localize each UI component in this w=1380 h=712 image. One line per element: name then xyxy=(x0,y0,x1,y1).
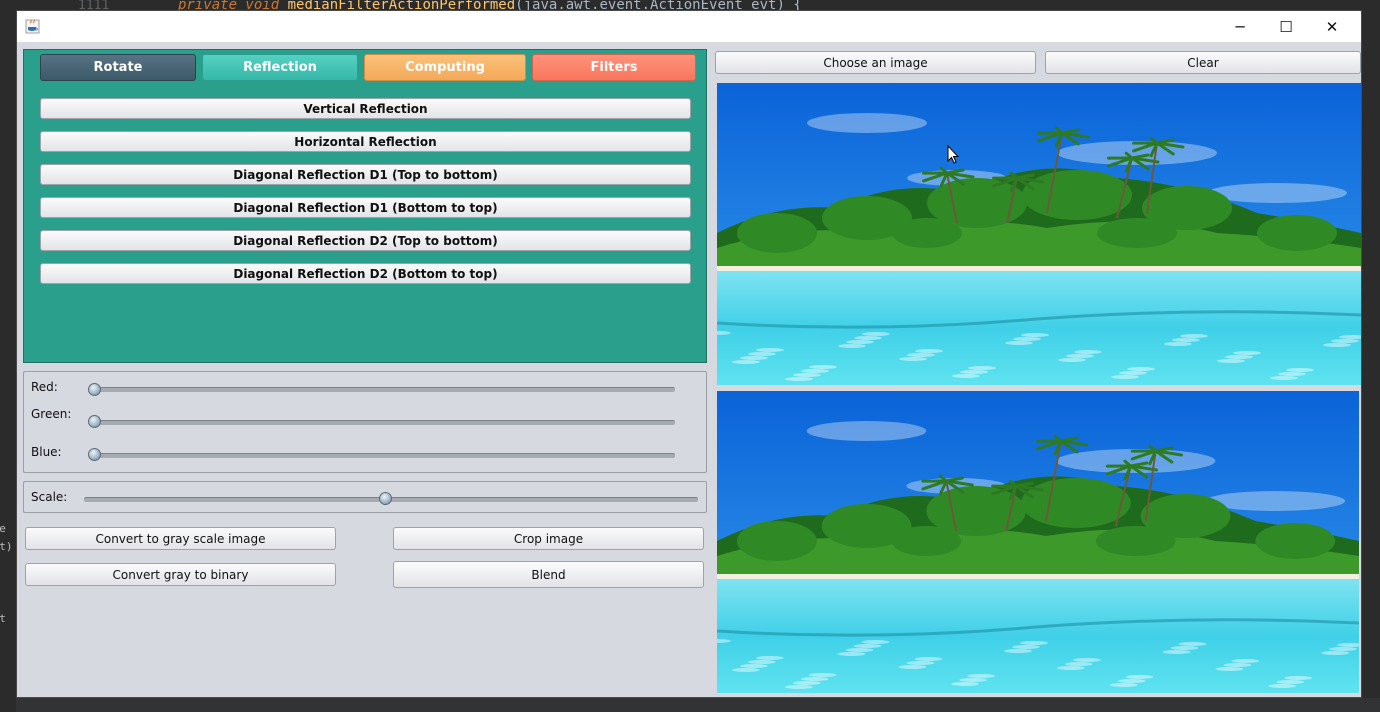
mouse-cursor-icon xyxy=(947,145,959,164)
blend-button[interactable]: Blend xyxy=(393,561,704,588)
ide-left-fragment: t) xyxy=(0,574,16,592)
ide-left-fragments: t e evt) t) ent) )) xyxy=(0,520,16,712)
ide-left-fragment: evt) xyxy=(0,540,13,553)
result-image-view[interactable] xyxy=(717,391,1359,693)
tab-reflection[interactable]: Reflection xyxy=(202,54,358,81)
diagonal-d2-top-to-bottom-button[interactable]: Diagonal Reflection D2 (Top to bottom) xyxy=(40,230,691,251)
original-image-view[interactable] xyxy=(717,83,1361,385)
minimize-icon: ─ xyxy=(1235,17,1245,36)
scale-label: Scale: xyxy=(31,490,68,504)
blue-slider-track[interactable] xyxy=(90,453,675,458)
convert-gray-scale-button[interactable]: Convert to gray scale image xyxy=(25,527,336,550)
diagonal-d1-top-to-bottom-button[interactable]: Diagonal Reflection D1 (Top to bottom) xyxy=(40,164,691,185)
ide-left-fragment xyxy=(0,556,16,574)
red-slider-thumb[interactable] xyxy=(88,383,101,396)
app-window: ─ ☐ ✕ Rotate Reflection Computing Filter… xyxy=(16,10,1362,698)
close-icon: ✕ xyxy=(1325,17,1339,36)
green-slider-track[interactable] xyxy=(90,420,675,425)
scale-slider-panel: Scale: xyxy=(23,481,707,513)
diagonal-d2-bottom-to-top-button[interactable]: Diagonal Reflection D2 (Bottom to top) xyxy=(40,263,691,284)
tab-rotate[interactable]: Rotate xyxy=(40,54,196,81)
ide-left-fragment: t e xyxy=(0,522,6,535)
maximize-icon: ☐ xyxy=(1279,17,1293,36)
java-app-icon xyxy=(25,19,40,34)
red-label: Red: xyxy=(31,380,58,394)
clear-button[interactable]: Clear xyxy=(1045,51,1361,74)
tab-panel: Rotate Reflection Computing Filters Vert… xyxy=(23,49,707,363)
close-button[interactable]: ✕ xyxy=(1309,11,1355,42)
scale-slider-thumb[interactable] xyxy=(378,492,392,505)
diagonal-d1-bottom-to-top-button[interactable]: Diagonal Reflection D1 (Bottom to top) xyxy=(40,197,691,218)
blue-label: Blue: xyxy=(31,445,62,459)
green-label: Green: xyxy=(31,407,72,421)
convert-gray-to-binary-button[interactable]: Convert gray to binary xyxy=(25,563,336,586)
ide-left-fragment: ) xyxy=(0,628,16,646)
crop-image-button[interactable]: Crop image xyxy=(393,527,704,550)
tab-computing[interactable]: Computing xyxy=(364,54,526,81)
maximize-button[interactable]: ☐ xyxy=(1263,11,1309,42)
ide-left-fragment xyxy=(0,592,16,610)
green-slider-thumb[interactable] xyxy=(88,415,101,428)
red-slider-track[interactable] xyxy=(90,387,675,392)
tab-filters[interactable]: Filters xyxy=(532,54,696,81)
tropical-island-image xyxy=(717,83,1361,385)
ide-left-fragment: ) xyxy=(0,664,16,682)
ide-left-fragment: ) xyxy=(0,682,16,700)
blue-slider-thumb[interactable] xyxy=(88,448,101,461)
title-bar[interactable]: ─ ☐ ✕ xyxy=(17,11,1361,42)
minimize-button[interactable]: ─ xyxy=(1217,11,1263,42)
rgb-slider-panel: Red: Green: Blue: xyxy=(23,371,707,473)
choose-image-button[interactable]: Choose an image xyxy=(715,51,1036,74)
tropical-island-image xyxy=(717,391,1359,693)
horizontal-reflection-button[interactable]: Horizontal Reflection xyxy=(40,131,691,152)
ide-left-fragment xyxy=(0,646,16,664)
ide-left-fragment: ent xyxy=(0,612,6,625)
vertical-reflection-button[interactable]: Vertical Reflection xyxy=(40,98,691,119)
ide-bottom-bar xyxy=(16,698,1380,712)
